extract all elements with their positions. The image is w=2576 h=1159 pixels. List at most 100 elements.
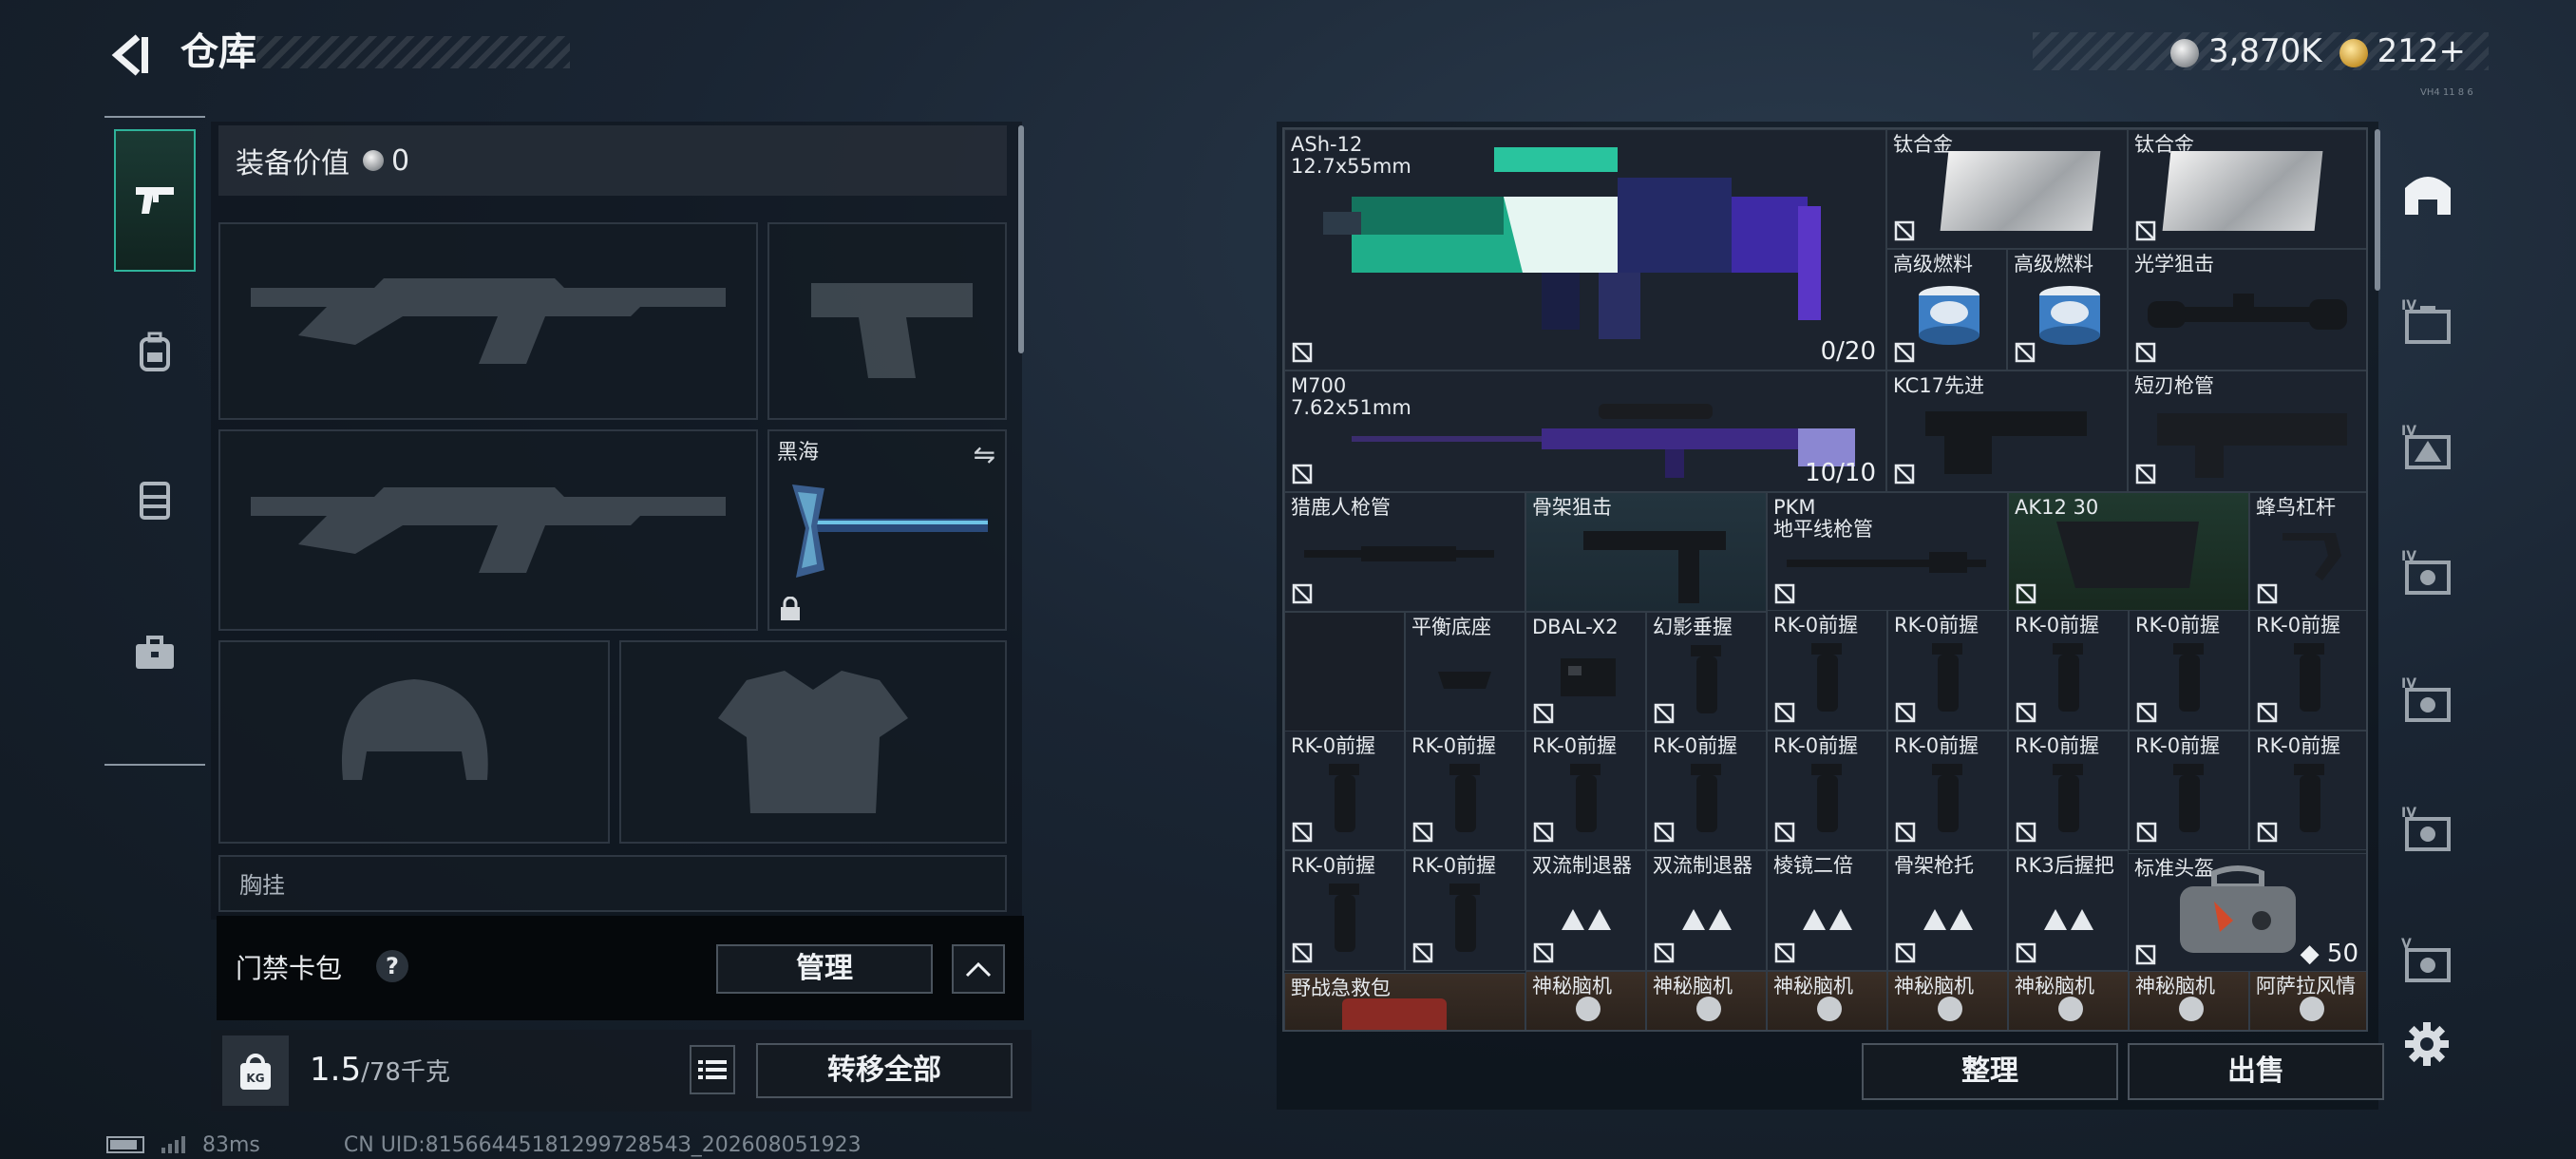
- inventory-item[interactable]: 神秘脑机: [1525, 970, 1646, 1030]
- swap-icon[interactable]: ⇋: [974, 439, 995, 470]
- inventory-item[interactable]: M700 7.62x51mm 10/10: [1284, 370, 1886, 492]
- inventory-item[interactable]: RK-0前握: [2129, 730, 2249, 850]
- inventory-item[interactable]: RK-0前握: [2249, 730, 2366, 850]
- inventory-item[interactable]: RK-0前握: [1767, 730, 1887, 850]
- nav-case[interactable]: [114, 581, 196, 724]
- back-button[interactable]: [103, 27, 160, 84]
- vest-icon: [140, 482, 170, 520]
- page-title: 仓库: [180, 30, 256, 74]
- inventory-item[interactable]: 猎鹿人枪管: [1284, 492, 1525, 612]
- inventory-item[interactable]: AK12 30: [2008, 492, 2249, 612]
- nav-backpack[interactable]: [114, 281, 196, 424]
- help-icon[interactable]: ?: [376, 950, 408, 982]
- filter-tier-iv-c[interactable]: IV: [2397, 798, 2458, 859]
- sell-button[interactable]: 出售: [2128, 1043, 2384, 1100]
- inventory-item[interactable]: 双流制退器: [1646, 850, 1767, 971]
- inventory-item[interactable]: RK-0前握: [1767, 610, 1887, 731]
- primary-weapon-slot[interactable]: [218, 222, 758, 420]
- item-name: RK-0前握: [2135, 614, 2221, 636]
- inventory-item[interactable]: DBAL-X2: [1525, 612, 1646, 732]
- inventory-item[interactable]: 阿萨拉风情: [2249, 970, 2366, 1030]
- grip-icon: [1329, 884, 1359, 952]
- inventory-item[interactable]: RK-0前握: [1887, 610, 2008, 731]
- unknown-item-icon: [1681, 909, 1732, 931]
- inventory-item[interactable]: RK3后握把: [2008, 850, 2129, 971]
- inventory-item[interactable]: 双流制退器: [1525, 850, 1646, 971]
- item-name: 棱镜二倍: [1773, 854, 1853, 877]
- inventory-item[interactable]: ASh-12 12.7x55mm 0/20: [1284, 129, 1886, 370]
- inventory-item[interactable]: 平衡底座: [1405, 612, 1525, 732]
- filter-tier-iv-b[interactable]: IV: [2397, 669, 2458, 730]
- item-name: KC17先进: [1893, 374, 1985, 397]
- inventory-item[interactable]: 野战急救包: [1284, 973, 1525, 1030]
- inventory-item[interactable]: 骨架枪托: [1887, 850, 2008, 971]
- item-name: 蜂鸟杠杆: [2256, 496, 2336, 519]
- inventory-item[interactable]: 高级燃料: [1886, 249, 2007, 370]
- short-barrel-icon: [2157, 413, 2347, 478]
- filter-tier-iv-parts[interactable]: IV: [2397, 416, 2458, 477]
- gold-currency[interactable]: 212+: [2339, 32, 2466, 70]
- no-insurance-icon: [1412, 822, 1433, 843]
- inventory-item[interactable]: 短刃枪管: [2128, 370, 2366, 492]
- transfer-all-button[interactable]: 转移全部: [756, 1043, 1013, 1098]
- inventory-item[interactable]: RK-0前握: [1405, 850, 1525, 971]
- nav-weapons[interactable]: [114, 129, 196, 272]
- inventory-item[interactable]: 神秘脑机: [1887, 970, 2008, 1030]
- inventory-scrollbar[interactable]: [2375, 129, 2380, 291]
- sort-button[interactable]: 整理: [1862, 1043, 2118, 1100]
- nav-vest[interactable]: [114, 429, 196, 572]
- chevron-up-icon: [965, 961, 992, 978]
- inventory-item[interactable]: 神秘脑机: [2008, 970, 2129, 1030]
- no-insurance-icon: [1533, 942, 1554, 962]
- grip-icon: [1811, 763, 1842, 832]
- filter-tier-iv-a[interactable]: IV: [2397, 542, 2458, 602]
- manage-button[interactable]: 管理: [716, 944, 933, 994]
- inventory-item[interactable]: 高级燃料: [2007, 249, 2128, 370]
- inventory-item[interactable]: 钛合金: [1886, 129, 2128, 249]
- pistol-slot[interactable]: [767, 222, 1007, 420]
- equipment-value-amount: 0: [391, 143, 410, 178]
- inventory-item[interactable]: RK-0前握: [2249, 610, 2366, 731]
- inventory-item[interactable]: RK-0前握: [1284, 730, 1405, 850]
- equipment-scrollbar[interactable]: [1018, 125, 1024, 353]
- inventory-item[interactable]: RK-0前握: [2008, 610, 2129, 731]
- settings-button[interactable]: [2403, 1020, 2451, 1068]
- inventory-item[interactable]: RK-0前握: [1405, 730, 1525, 850]
- empty-slot[interactable]: [1284, 612, 1405, 732]
- inventory-item[interactable]: RK-0前握: [1887, 730, 2008, 850]
- inventory-item[interactable]: 钛合金: [2128, 129, 2366, 249]
- melee-slot[interactable]: 黑海 ⇋: [767, 429, 1007, 631]
- chest-rig-slot[interactable]: [218, 855, 1007, 912]
- inventory-item[interactable]: PKM 地平线枪管: [1767, 492, 2008, 612]
- inventory-item[interactable]: 蜂鸟杠杆: [2249, 492, 2366, 612]
- inventory-item[interactable]: RK-0前握: [1525, 730, 1646, 850]
- collapse-button[interactable]: [952, 944, 1005, 994]
- filter-tier-iv-case[interactable]: IV: [2397, 291, 2458, 352]
- inventory-item[interactable]: RK-0前握: [2008, 730, 2129, 850]
- filter-all[interactable]: [2397, 163, 2458, 224]
- armor-slot[interactable]: [619, 640, 1007, 844]
- inventory-item[interactable]: RK-0前握: [1646, 730, 1767, 850]
- inventory-item[interactable]: RK-0前握: [1284, 850, 1405, 971]
- inventory-item[interactable]: 神秘脑机: [2129, 970, 2249, 1030]
- inventory-item[interactable]: 棱镜二倍: [1767, 850, 1887, 971]
- list-view-button[interactable]: [690, 1045, 735, 1094]
- brain-chip-icon: [1817, 996, 1842, 1021]
- inventory-item[interactable]: 幻影垂握: [1646, 612, 1767, 732]
- inventory-item[interactable]: RK-0前握: [2129, 610, 2249, 731]
- inventory-item[interactable]: 标准头盔 ◆ 50: [2128, 853, 2366, 973]
- helmet-slot[interactable]: [218, 640, 610, 844]
- inventory-item[interactable]: KC17先进: [1886, 370, 2128, 492]
- weight-icon-text: KG: [246, 1072, 264, 1085]
- inventory-item[interactable]: 光学狙击: [2128, 249, 2366, 370]
- filter-tier-v[interactable]: V: [2397, 929, 2458, 990]
- no-insurance-icon: [2257, 822, 2278, 843]
- no-insurance-icon: [1533, 703, 1554, 724]
- no-insurance-icon: [1412, 942, 1433, 962]
- inventory-item[interactable]: 骨架狙击: [1525, 492, 1767, 612]
- fuel-can-icon: [2039, 286, 2100, 345]
- secondary-weapon-slot[interactable]: [218, 429, 758, 631]
- inventory-item[interactable]: 神秘脑机: [1767, 970, 1887, 1030]
- inventory-item[interactable]: 神秘脑机: [1646, 970, 1767, 1030]
- access-card-bar: 门禁卡包 ? 管理: [217, 916, 1024, 1020]
